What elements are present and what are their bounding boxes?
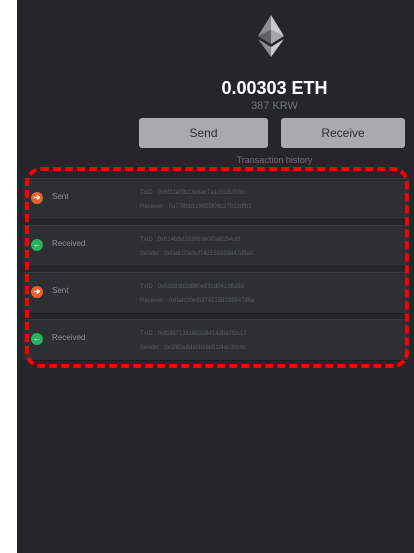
arrow-left-icon: ← (31, 239, 43, 251)
transaction-id: TxID : 0x0d383b2d880e83cd04138a5d (140, 284, 244, 290)
arrow-left-icon: ← (31, 333, 43, 345)
transaction-type: Sent (52, 286, 69, 295)
receive-button[interactable]: Receive (281, 118, 405, 148)
transaction-row[interactable]: ➜ Sent TxID : 0x6f32ef3b13e6ac7a1c018cf0… (23, 178, 409, 220)
transaction-counterparty: Receiver : 0a778bb1c9825f09c27023dfb3 (140, 204, 252, 210)
transaction-type: Received (52, 239, 86, 248)
send-button[interactable]: Send (139, 118, 268, 148)
transaction-id: TxID : 0x614b8d293ff8de0f0a8154c8f (140, 237, 241, 243)
transaction-counterparty: Sender : 0x2f82a8dacb1bb51f4ac3bc8c (140, 345, 247, 351)
transaction-id: TxID : 0x6f32ef3b13e6ac7a1c018cf06b (140, 190, 245, 196)
transaction-type: Sent (52, 192, 69, 201)
transaction-row[interactable]: ← Received TxID : 0xfb36713116b326414dba… (23, 319, 409, 361)
wallet-screen: 0.00303 ETH 387 KRW Send Receive Transac… (17, 0, 414, 553)
transaction-row[interactable]: ➜ Sent TxID : 0x0d383b2d880e83cd04138a5d… (23, 272, 409, 314)
transaction-history-title: Transaction history (236, 155, 313, 165)
arrow-right-icon: ➜ (31, 192, 43, 204)
transaction-counterparty: Receiver : 0xfadc00e9cf742158333847d6a (140, 298, 255, 304)
transaction-row[interactable]: ← Received TxID : 0x614b8d293ff8de0f0a81… (23, 225, 409, 267)
ethereum-icon (258, 15, 284, 57)
transaction-counterparty: Sender : 0xfadc00e9cf742158333847d6a0 (140, 251, 254, 257)
transaction-type: Received (52, 333, 86, 342)
fiat-value: 387 KRW (251, 100, 298, 112)
balance-amount: 0.00303 ETH (221, 78, 328, 98)
transaction-id: TxID : 0xfb36713116b326414dba7f2c13 (140, 331, 247, 337)
transaction-list: ➜ Sent TxID : 0x6f32ef3b13e6ac7a1c018cf0… (23, 178, 409, 366)
arrow-right-icon: ➜ (31, 286, 43, 298)
